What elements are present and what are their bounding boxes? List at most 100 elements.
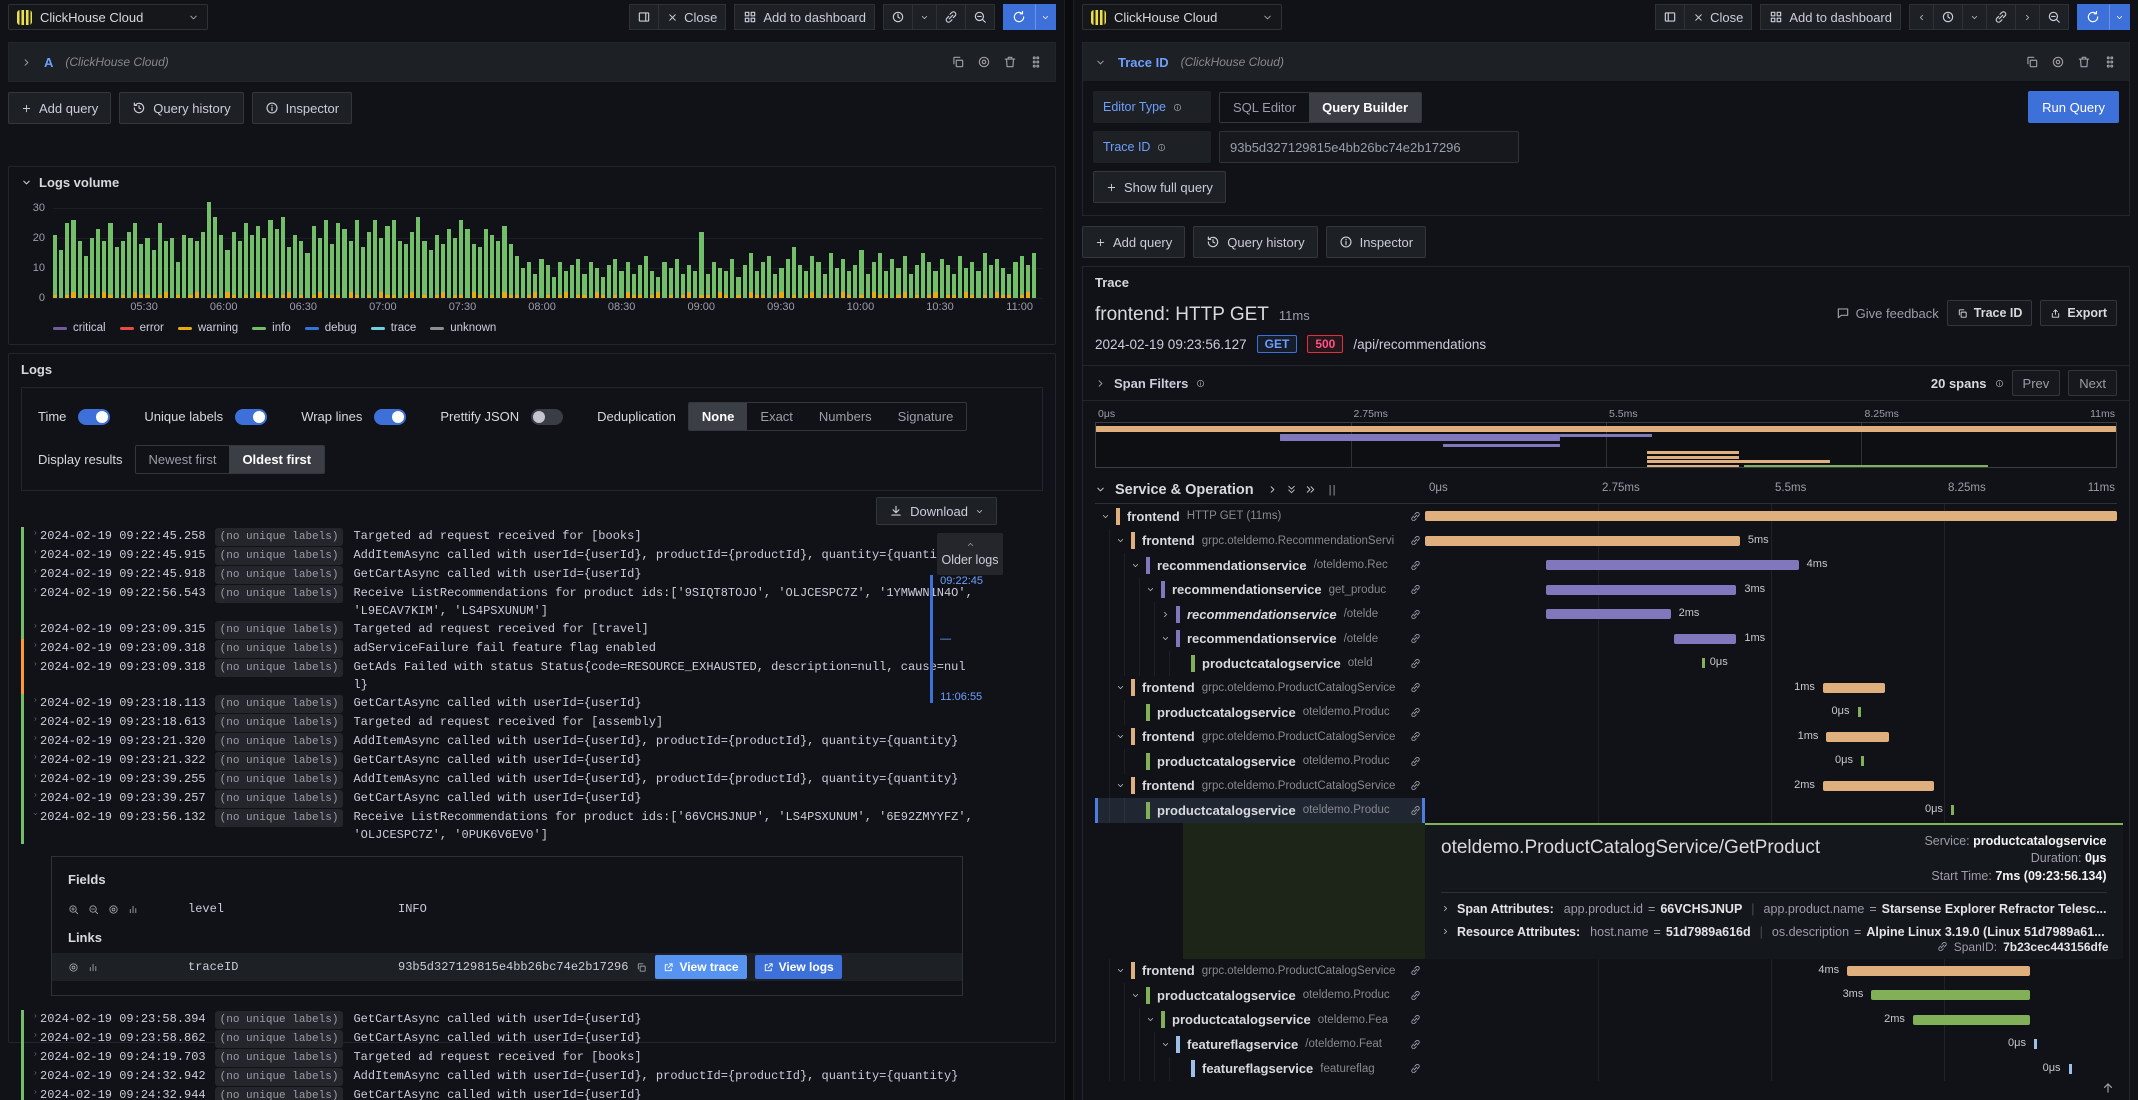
disable-query-icon[interactable] [977, 55, 991, 69]
span-timeline-cell[interactable]: 2ms [1425, 602, 2117, 627]
link-icon[interactable] [1410, 609, 1421, 620]
editor-type-sql-editor[interactable]: SQL Editor [1220, 93, 1309, 122]
show-full-query-button[interactable]: Show full query [1093, 171, 1226, 203]
chevron-down-icon[interactable] [31, 808, 40, 817]
chevron-down-icon[interactable] [1095, 57, 1106, 68]
span-row[interactable]: frontend grpc.oteldemo.RecommendationServ… [1095, 528, 2117, 554]
right-close-button[interactable]: Close [1685, 4, 1753, 30]
left-time-range-button[interactable] [883, 4, 913, 30]
chevron-down-icon[interactable] [1131, 561, 1146, 570]
chevron-right-icon[interactable] [31, 770, 40, 779]
span-row[interactable]: productcatalogservice oteldemo.Produc 0μs [1095, 798, 2117, 823]
link-icon[interactable] [1410, 990, 1421, 1001]
span-name-cell[interactable]: productcatalogservice oteldemo.Fea [1095, 1007, 1425, 1032]
link-icon[interactable] [1410, 584, 1421, 595]
chevron-right-icon[interactable] [31, 658, 40, 667]
chevron-right-icon[interactable] [31, 1067, 40, 1076]
older-logs-button[interactable]: Older logs [937, 533, 1003, 575]
span-name-cell[interactable]: productcatalogservice oteldemo.Produc [1095, 700, 1425, 725]
collapse-one-icon[interactable] [1267, 484, 1278, 495]
span-timeline-cell[interactable]: 4ms [1425, 553, 2117, 578]
span-timeline-cell[interactable]: 3ms [1425, 578, 2117, 603]
chevron-down-icon[interactable] [1116, 966, 1131, 975]
dedup-option-exact[interactable]: Exact [747, 403, 806, 430]
left-query-history-button[interactable]: Query history [119, 92, 244, 124]
magnify-plus-icon[interactable] [68, 904, 79, 915]
order-option-oldest-first[interactable]: Oldest first [229, 446, 325, 473]
left-add-query-button[interactable]: Add query [8, 92, 112, 124]
span-name-cell[interactable]: featureflagservice featureflag [1095, 1056, 1425, 1081]
time-toggle[interactable] [78, 408, 111, 425]
link-icon[interactable] [1410, 560, 1421, 571]
time-shift-back-button[interactable] [1909, 4, 1934, 30]
legend-item-error[interactable]: error [119, 322, 164, 334]
prev-span-button[interactable]: Prev [2011, 370, 2061, 396]
chevron-right-icon[interactable] [31, 1086, 40, 1095]
log-scroll-time-range[interactable]: 09:22:45 — 11:06:55 [930, 575, 983, 703]
span-row[interactable]: productcatalogservice oteldemo.Produc 0μs [1095, 700, 2117, 725]
chevron-down-icon[interactable] [1116, 732, 1131, 741]
order-option-newest-first[interactable]: Newest first [136, 446, 230, 473]
span-row[interactable]: productcatalogservice oteldemo.Produc 3ms [1095, 983, 2117, 1008]
left-add-to-dashboard-button[interactable]: Add to dashboard [734, 4, 875, 30]
right-share-link-button[interactable] [1987, 4, 2016, 30]
span-row[interactable]: productcatalogservice oteldemo.Fea 2ms [1095, 1007, 2117, 1032]
log-row[interactable]: 2024-02-19 09:23:18.113 (no unique labels… [21, 694, 973, 713]
chevron-down-icon[interactable] [1116, 536, 1131, 545]
chevron-down-icon[interactable] [1161, 634, 1176, 643]
link-icon[interactable] [1410, 633, 1421, 644]
legend-item-info[interactable]: info [252, 322, 291, 334]
link-icon[interactable] [1410, 965, 1421, 976]
span-timeline-cell[interactable]: 5ms [1425, 529, 2117, 554]
right-datasource-picker[interactable]: ClickHouse Cloud [1082, 4, 1282, 30]
span-name-cell[interactable]: frontend grpc.oteldemo.ProductCatalogServ… [1095, 958, 1425, 983]
span-row[interactable]: productcatalogservice oteldemo.Produc 0μs [1095, 749, 2117, 774]
right-refresh-button[interactable] [2077, 4, 2109, 30]
left-refresh-button[interactable] [1003, 4, 1035, 30]
chevron-down-icon[interactable] [1161, 1040, 1176, 1049]
log-row[interactable]: 2024-02-19 09:23:21.320 (no unique labels… [21, 732, 973, 751]
column-resize-handle[interactable]: || [1329, 484, 1337, 496]
span-name-cell[interactable]: productcatalogservice oteldemo.Produc [1095, 983, 1425, 1008]
link-icon[interactable] [1410, 1014, 1421, 1025]
link-icon[interactable] [1410, 731, 1421, 742]
chevron-down-icon[interactable] [1146, 585, 1161, 594]
log-row[interactable]: 2024-02-19 09:23:39.257 (no unique labels… [21, 789, 973, 808]
log-row[interactable]: 2024-02-19 09:24:32.944 (no unique labels… [21, 1086, 973, 1100]
chevron-right-icon[interactable] [31, 546, 40, 555]
span-row[interactable]: featureflagservice/oteldemo.Feat 0μs [1095, 1032, 2117, 1057]
chevron-right-icon[interactable] [31, 527, 40, 536]
legend-item-trace[interactable]: trace [370, 322, 416, 334]
span-timeline-cell[interactable]: 3ms [1425, 983, 2117, 1008]
link-icon[interactable] [1410, 780, 1421, 791]
span-timeline-cell[interactable]: 0μs [1425, 700, 2117, 725]
span-row[interactable]: frontend grpc.oteldemo.ProductCatalogServ… [1095, 773, 2117, 798]
span-name-cell[interactable]: frontend grpc.oteldemo.ProductCatalogServ… [1095, 724, 1425, 749]
view-logs-button[interactable]: View logs [754, 955, 842, 979]
log-row[interactable]: 2024-02-19 09:23:39.255 (no unique labels… [21, 770, 973, 789]
log-row[interactable]: 2024-02-19 09:24:32.942 (no unique labels… [21, 1067, 973, 1086]
scroll-to-top-button[interactable] [2101, 1081, 2115, 1095]
link-icon[interactable] [1410, 1063, 1421, 1074]
drag-handle-icon[interactable] [2103, 55, 2117, 69]
log-row[interactable]: 2024-02-19 09:22:45.915 (no unique labels… [21, 546, 973, 565]
right-add-to-dashboard-button[interactable]: Add to dashboard [1760, 4, 1901, 30]
dedup-option-numbers[interactable]: Numbers [806, 403, 885, 430]
span-name-cell[interactable]: frontend grpc.oteldemo.ProductCatalogServ… [1095, 773, 1425, 798]
link-icon[interactable] [1410, 756, 1421, 767]
span-timeline-cell[interactable]: 0μs [1425, 651, 2117, 676]
left-time-range-zoom-dropdown[interactable] [913, 4, 937, 30]
legend-item-debug[interactable]: debug [304, 322, 357, 334]
link-icon[interactable] [1410, 658, 1421, 669]
span-row[interactable]: frontend grpc.oteldemo.ProductCatalogServ… [1095, 958, 2117, 983]
delete-query-icon[interactable] [1003, 55, 1017, 69]
log-row[interactable]: 2024-02-19 09:23:09.318 (no unique labels… [21, 658, 973, 694]
chevron-right-icon[interactable] [31, 694, 40, 703]
right-add-query-button[interactable]: Add query [1082, 226, 1186, 258]
span-timeline-cell[interactable]: 1ms [1425, 725, 2117, 750]
adhoc-filter-icon[interactable] [68, 962, 79, 973]
span-name-cell[interactable]: frontend grpc.oteldemo.RecommendationServ… [1095, 528, 1425, 553]
left-inspector-button[interactable]: Inspector [251, 92, 353, 124]
right-inspector-button[interactable]: Inspector [1325, 226, 1427, 258]
chevron-down-icon[interactable] [1146, 1015, 1161, 1024]
